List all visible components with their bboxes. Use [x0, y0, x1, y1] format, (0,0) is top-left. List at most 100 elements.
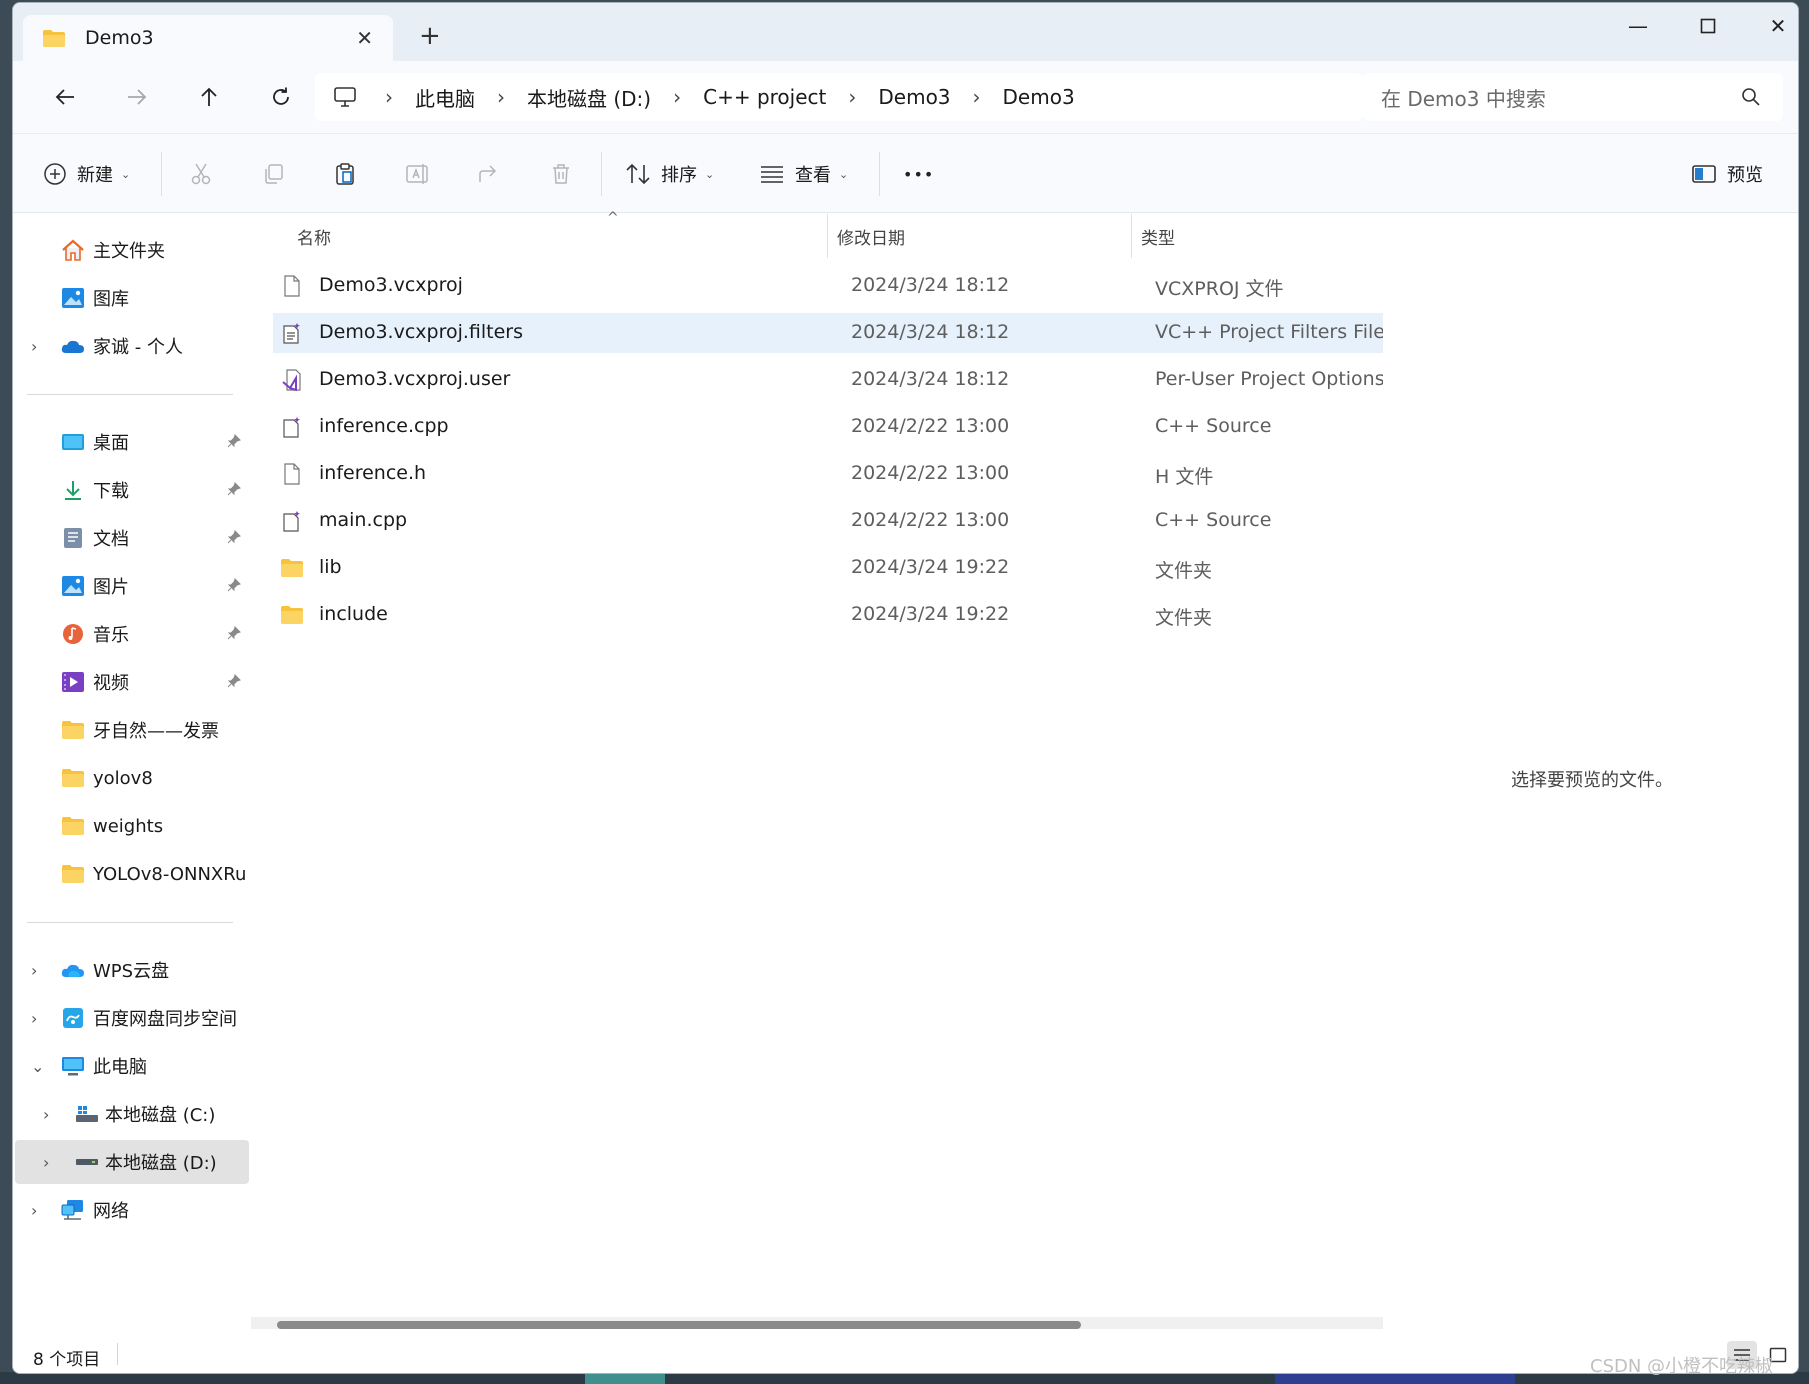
column-header-date[interactable]: 修改日期	[837, 214, 1137, 258]
chevron-right-icon[interactable]: ›	[31, 1009, 37, 1028]
close-window-button[interactable]: ✕	[1743, 11, 1798, 41]
file-name: Demo3.vcxproj.filters	[319, 321, 524, 343]
maximize-button[interactable]	[1673, 11, 1743, 41]
file-row[interactable]: inference.h 2024/2/22 13:00 H 文件	[273, 454, 1383, 494]
folder-row[interactable]: include 2024/3/24 19:22 文件夹	[273, 595, 1383, 635]
folder-row[interactable]: lib 2024/3/24 19:22 文件夹	[273, 548, 1383, 588]
sidebar-item-music[interactable]: 音乐	[13, 612, 249, 656]
refresh-icon	[273, 87, 289, 105]
rename-button[interactable]	[405, 156, 431, 192]
sidebar-item-documents[interactable]: 文档	[13, 516, 249, 560]
file-name: inference.h	[319, 462, 427, 484]
sidebar-item-folder-weights[interactable]: weights	[13, 804, 249, 848]
arrow-up-icon	[201, 87, 217, 106]
column-header-name[interactable]: 名称	[297, 214, 827, 258]
sidebar-item-gallery[interactable]: 图库	[13, 276, 249, 320]
sidebar-item-home[interactable]: 主文件夹	[13, 228, 249, 272]
more-icon: •••	[903, 164, 935, 184]
minimize-button[interactable]: —	[1603, 11, 1673, 41]
share-button[interactable]	[477, 156, 501, 192]
sidebar-item-folder-invoices[interactable]: 牙自然——发票	[13, 708, 249, 752]
forward-button[interactable]	[117, 77, 157, 117]
tab-title: Demo3	[85, 27, 154, 49]
column-resize-handle[interactable]	[827, 214, 828, 258]
cut-button[interactable]	[189, 156, 213, 192]
music-icon	[63, 624, 83, 644]
file-row[interactable]: Demo3.vcxproj.user 2024/3/24 18:12 Per-U…	[273, 360, 1383, 400]
sidebar-item-folder-yolov8[interactable]: yolov8	[13, 756, 249, 800]
breadcrumb-cpp-project[interactable]: C++ project	[691, 85, 838, 109]
pin-icon[interactable]	[227, 530, 241, 544]
close-icon: ✕	[1769, 14, 1787, 38]
chevron-right-icon[interactable]: ›	[43, 1153, 49, 1172]
sidebar-item-label: 主文件夹	[93, 241, 165, 262]
preview-pane-button[interactable]: 预览	[1691, 156, 1763, 192]
search-icon	[1742, 88, 1760, 106]
delete-button[interactable]	[549, 156, 573, 192]
onedrive-icon	[61, 340, 84, 353]
sidebar-item-drive-d[interactable]: › 本地磁盘 (D:)	[15, 1140, 249, 1184]
sidebar-item-baidu-netdisk[interactable]: › 百度网盘同步空间	[13, 996, 249, 1040]
refresh-button[interactable]	[261, 77, 301, 117]
column-header-type[interactable]: 类型	[1141, 214, 1381, 258]
pin-icon[interactable]	[227, 578, 241, 592]
pin-icon[interactable]	[227, 434, 241, 448]
file-row[interactable]: Demo3.vcxproj 2024/3/24 18:12 VCXPROJ 文件	[273, 266, 1383, 306]
sidebar-item-desktop[interactable]: 桌面	[13, 420, 249, 464]
breadcrumb-this-pc[interactable]: 此电脑	[403, 83, 487, 112]
sidebar-item-this-pc[interactable]: ⌄ 此电脑	[13, 1044, 249, 1088]
chevron-right-icon: ›	[972, 85, 981, 109]
chevron-right-icon: ›	[848, 85, 857, 109]
more-options-button[interactable]: •••	[903, 156, 934, 192]
sort-label: 排序	[661, 165, 697, 186]
pin-icon[interactable]	[227, 674, 241, 688]
sidebar-item-pictures[interactable]: 图片	[13, 564, 249, 608]
file-row[interactable]: inference.cpp 2024/2/22 13:00 C++ Source	[273, 407, 1383, 447]
folder-icon	[62, 865, 84, 883]
tab-demo3[interactable]: Demo3 ✕	[23, 15, 393, 61]
chevron-down-icon: ⌄	[121, 167, 131, 181]
chevron-down-icon[interactable]: ⌄	[31, 1057, 44, 1076]
up-button[interactable]	[189, 77, 229, 117]
sidebar-item-network[interactable]: › 网络	[13, 1188, 249, 1232]
breadcrumb-demo3-parent[interactable]: Demo3	[866, 85, 962, 109]
back-button[interactable]	[45, 77, 85, 117]
minimize-icon: —	[1628, 14, 1648, 38]
column-header-label: 类型	[1141, 228, 1175, 249]
view-button[interactable]: 查看 ⌄	[759, 156, 848, 192]
address-bar[interactable]: › 此电脑 › 本地磁盘 (D:) › C++ project › Demo3 …	[315, 73, 1363, 121]
sidebar-item-videos[interactable]: 视频	[13, 660, 249, 704]
sidebar-item-label: 此电脑	[93, 1057, 147, 1078]
search-input[interactable]: 在 Demo3 中搜索	[1363, 73, 1783, 121]
sidebar-item-onedrive[interactable]: › 家诚 - 个人	[13, 324, 249, 368]
sidebar-item-label: 音乐	[93, 625, 129, 646]
pin-icon[interactable]	[227, 626, 241, 640]
chevron-right-icon[interactable]: ›	[43, 1105, 49, 1124]
file-name: Demo3.vcxproj	[319, 274, 463, 296]
scrollbar-thumb[interactable]	[277, 1321, 1081, 1329]
chevron-right-icon[interactable]: ›	[31, 1201, 37, 1220]
close-tab-icon[interactable]: ✕	[356, 26, 373, 50]
file-row[interactable]: main.cpp 2024/2/22 13:00 C++ Source	[273, 501, 1383, 541]
sidebar-item-label: 图片	[93, 577, 129, 598]
breadcrumb-demo3-current[interactable]: Demo3	[991, 85, 1087, 109]
file-row[interactable]: Demo3.vcxproj.filters 2024/3/24 18:12 VC…	[273, 313, 1383, 353]
sidebar-item-drive-c[interactable]: › 本地磁盘 (C:)	[13, 1092, 249, 1136]
sidebar-item-downloads[interactable]: 下载	[13, 468, 249, 512]
paste-button[interactable]	[333, 156, 357, 192]
pin-icon[interactable]	[227, 482, 241, 496]
column-resize-handle[interactable]	[1131, 214, 1132, 258]
chevron-right-icon[interactable]: ›	[31, 961, 37, 980]
sidebar-item-folder-yolov8-onnx[interactable]: YOLOv8-ONNXRu	[13, 852, 249, 896]
new-button[interactable]: 新建 ⌄	[43, 156, 130, 192]
breadcrumb-drive-d[interactable]: 本地磁盘 (D:)	[515, 83, 663, 112]
baidu-netdisk-icon	[63, 1008, 83, 1028]
chevron-right-icon[interactable]: ›	[31, 337, 37, 356]
sidebar-item-label: YOLOv8-ONNXRu	[93, 863, 247, 885]
sort-button[interactable]: 排序 ⌄	[625, 156, 714, 192]
copy-button[interactable]	[261, 156, 285, 192]
sidebar-item-wps-cloud[interactable]: › WPS云盘	[13, 948, 249, 992]
new-tab-button[interactable]: +	[419, 21, 441, 51]
sidebar-item-label: 本地磁盘 (D:)	[105, 1153, 217, 1174]
folder-icon	[281, 606, 303, 624]
